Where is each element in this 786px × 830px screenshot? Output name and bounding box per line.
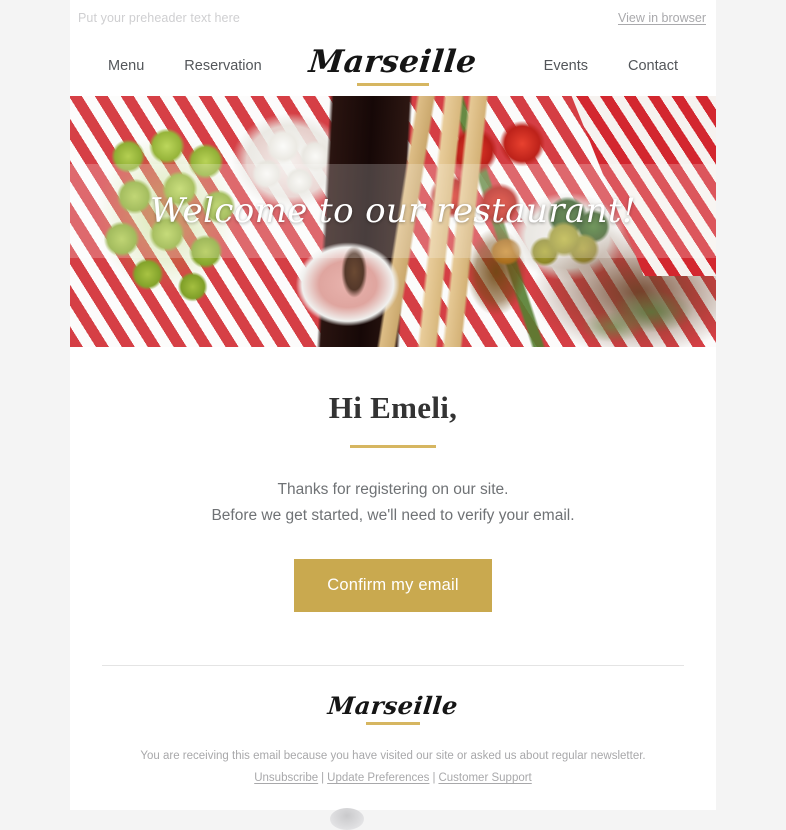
cta-wrapper: Confirm my email [102,559,684,613]
navigation-bar: Menu Reservation Marseille Events Contac… [70,36,716,96]
footer-logo-underline [365,722,420,725]
body-copy-line-2: Before we get started, we'll need to ver… [211,507,575,525]
header-logo-text: Marseille [307,43,479,80]
nav-item-contact[interactable]: Contact [628,58,678,74]
view-in-browser-link[interactable]: View in browser [618,11,706,25]
footer-logo[interactable]: Marseille [326,691,460,725]
hero-title: Welcome to our restaurant! [149,191,637,231]
footer-links: Unsubscribe | Update Preferences | Customer … [102,772,684,784]
greeting-underline [350,445,436,449]
nav-item-reservation[interactable]: Reservation [184,58,261,74]
nav-item-events[interactable]: Events [544,58,588,74]
below-card-partial-shape [330,808,364,830]
footer-separator-1: | [321,771,325,784]
footer: Marseille You are receiving this email b… [70,666,716,810]
body-section: Hi Emeli, Thanks for registering on our … [70,347,716,613]
nav-right-group: Events Contact [468,58,678,74]
header-logo-underline [357,82,429,86]
preheader-text: Put your preheader text here [78,11,240,25]
preheader-row: Put your preheader text here View in bro… [70,0,716,36]
body-copy: Thanks for registering on our site. Befo… [102,477,684,529]
footer-logo-text: Marseille [326,691,460,721]
customer-support-link[interactable]: Customer Support [438,772,531,784]
confirm-email-button[interactable]: Confirm my email [294,559,492,613]
footer-disclaimer: You are receiving this email because you… [140,749,646,762]
nav-item-menu[interactable]: Menu [108,58,144,74]
email-card: Put your preheader text here View in bro… [70,0,716,810]
greeting-heading: Hi Emeli, [328,390,458,425]
update-preferences-link[interactable]: Update Preferences [327,772,429,784]
body-copy-line-1: Thanks for registering on our site. [277,481,509,499]
nav-left-group: Menu Reservation [108,58,318,74]
unsubscribe-link[interactable]: Unsubscribe [254,772,318,784]
hero-banner: Welcome to our restaurant! [70,96,716,347]
header-logo[interactable]: Marseille [307,44,479,86]
